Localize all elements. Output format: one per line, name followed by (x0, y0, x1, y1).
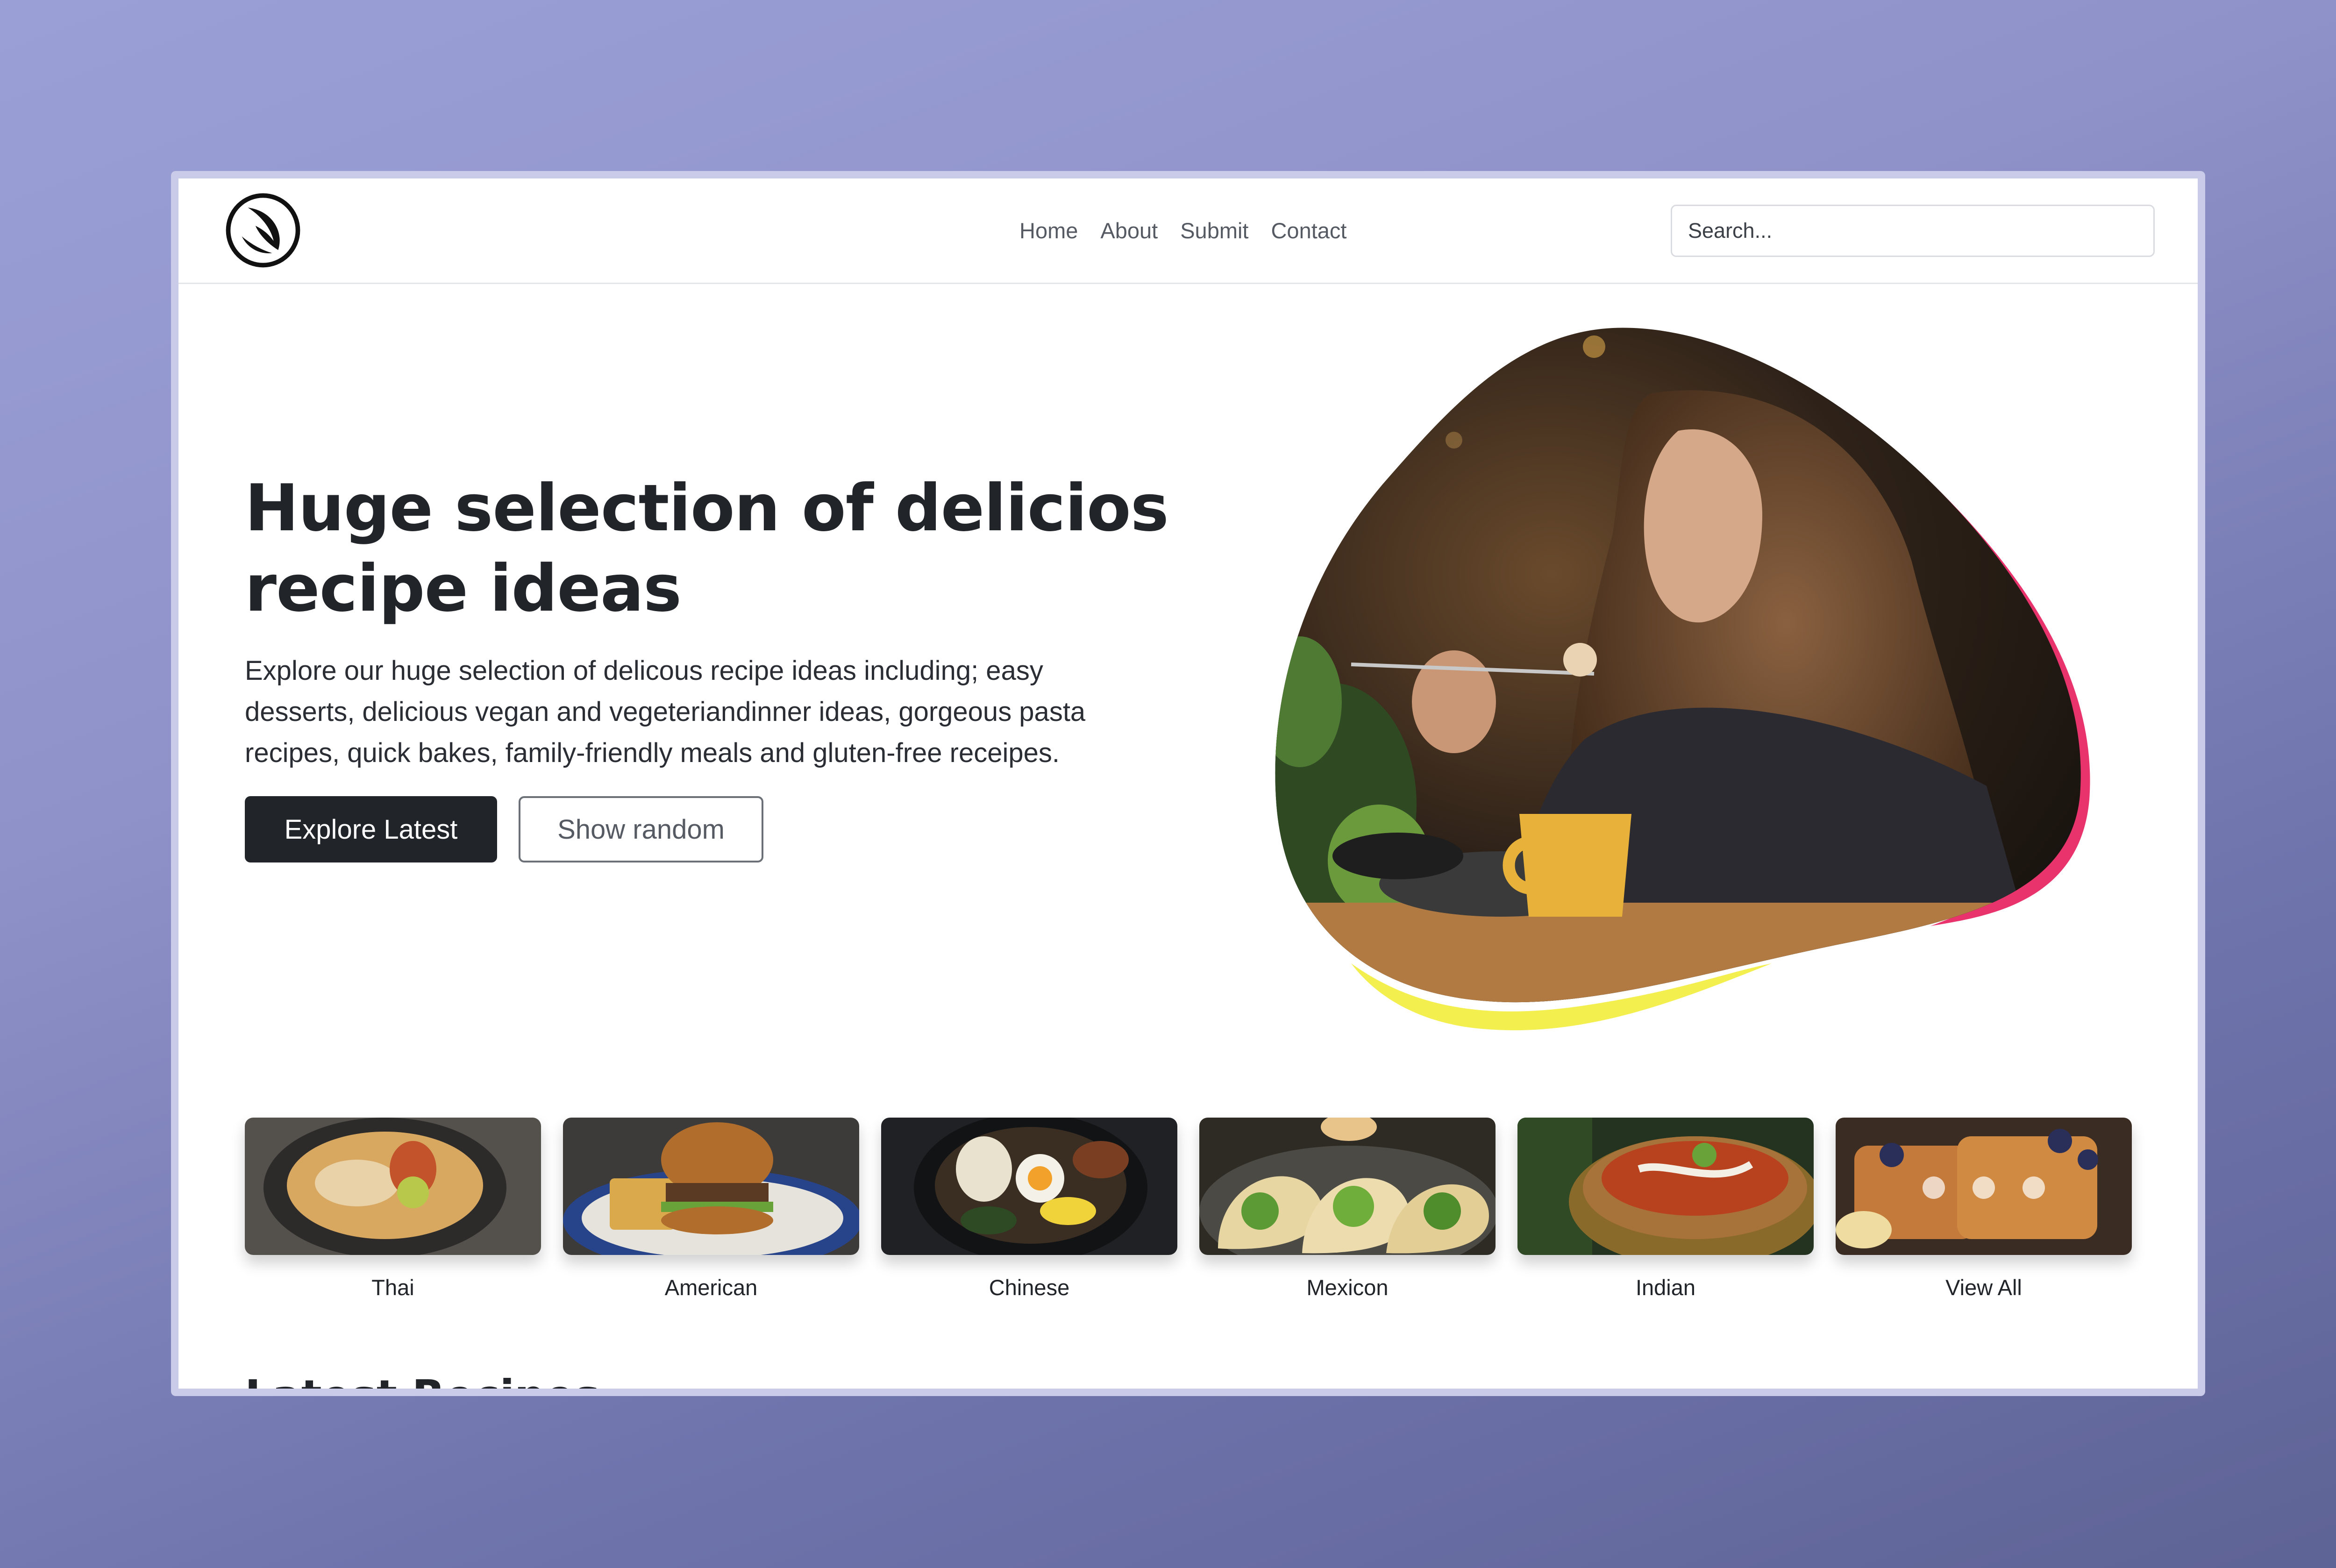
nav-contact[interactable]: Contact (1271, 218, 1346, 243)
nav-submit[interactable]: Submit (1180, 218, 1248, 243)
american-dish-image (563, 1118, 859, 1255)
category-thumbnail[interactable] (245, 1118, 541, 1255)
view-all-image (1836, 1118, 2132, 1255)
category-mexicon[interactable]: Mexicon (1199, 1118, 1496, 1300)
site-header: Home About Submit Contact (178, 178, 2198, 284)
nav-about[interactable]: About (1100, 218, 1158, 243)
category-american[interactable]: American (563, 1118, 859, 1300)
category-thumbnail[interactable] (563, 1118, 859, 1255)
chinese-dish-image (881, 1118, 1177, 1255)
indian-dish-image (1517, 1118, 1814, 1255)
category-thumbnail[interactable] (1199, 1118, 1496, 1255)
category-indian[interactable]: Indian (1517, 1118, 1814, 1300)
nav-home[interactable]: Home (1019, 218, 1078, 243)
category-thumbnail[interactable] (1517, 1118, 1814, 1255)
hero-image (1258, 319, 2099, 1048)
logo-icon (226, 193, 300, 268)
mexican-dish-image (1199, 1118, 1496, 1255)
hero-blob-illustration (1275, 328, 2090, 1031)
category-label: Indian (1635, 1275, 1696, 1300)
search-input[interactable] (1671, 205, 2155, 257)
category-thumbnail[interactable] (1836, 1118, 2132, 1255)
category-label: Thai (371, 1275, 414, 1300)
category-chinese[interactable]: Chinese (881, 1118, 1177, 1300)
category-thumbnail[interactable] (881, 1118, 1177, 1255)
show-random-button[interactable]: Show random (519, 796, 763, 862)
hero-title: Huge selection of delicios recipe ideas (245, 470, 1169, 626)
category-view-all[interactable]: View All (1836, 1118, 2132, 1300)
hero-description: Explore our huge selection of delicous r… (245, 656, 1086, 768)
category-label: American (664, 1275, 758, 1300)
category-label: Mexicon (1306, 1275, 1389, 1300)
browser-window: Home About Submit Contact Huge selection… (171, 171, 2205, 1396)
category-label: Chinese (989, 1275, 1070, 1300)
explore-latest-button[interactable]: Explore Latest (245, 796, 497, 862)
category-list: Thai American Chinese Mexicon Indian Vie… (245, 1118, 2132, 1300)
category-label: View All (1945, 1275, 2022, 1300)
thai-dish-image (245, 1118, 541, 1255)
latest-recipes-heading: Latest Recipes (245, 1371, 600, 1396)
category-thai[interactable]: Thai (245, 1118, 541, 1300)
site-logo[interactable] (225, 192, 301, 268)
main-nav: Home About Submit Contact (1019, 218, 1346, 243)
